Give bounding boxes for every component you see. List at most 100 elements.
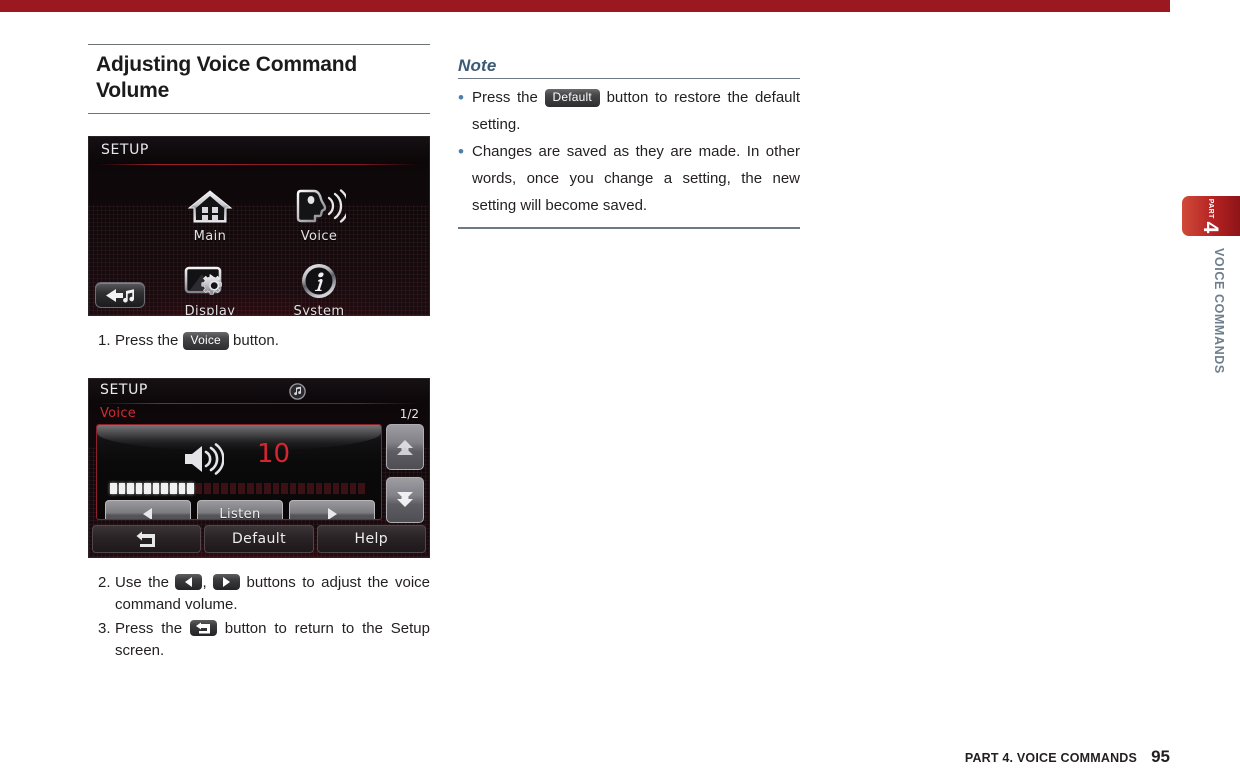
screen2-title: SETUP (100, 382, 148, 398)
volume-segment (289, 483, 297, 494)
left-arrow-key-chip (175, 574, 203, 590)
volume-segment (195, 483, 203, 494)
right-triangle-icon (223, 577, 231, 587)
footer-part-label: PART 4. VOICE COMMANDS (964, 751, 1138, 765)
step-3: 3. Press the button to return to the Set… (88, 618, 430, 662)
screen2-header-rule (97, 403, 421, 404)
return-button[interactable] (92, 525, 202, 553)
setup-icon-main-label: Main (193, 229, 227, 244)
listen-button[interactable]: Listen (197, 500, 283, 519)
volume-segment (315, 483, 323, 494)
setup-icon-display[interactable]: Display (162, 262, 258, 316)
volume-segment (341, 483, 348, 494)
default-button[interactable]: Default (204, 525, 314, 553)
left-triangle-icon (143, 508, 152, 519)
note-rule-bottom (458, 227, 800, 229)
footer-page-number: 95 (1151, 747, 1170, 766)
double-chevron-up-icon (397, 440, 413, 455)
return-arrow-icon (136, 531, 155, 547)
volume-segment (229, 483, 237, 494)
volume-panel: 10 Listen (96, 424, 382, 520)
step-1-post: button. (228, 332, 279, 349)
note-item-2: • Changes are saved as they are made. In… (458, 138, 800, 219)
help-button[interactable]: Help (316, 525, 426, 553)
voice-key-chip: Voice (182, 332, 229, 350)
step-list-1: 1. Press the Voice button. (88, 330, 430, 352)
screen1-header-rule (99, 164, 419, 165)
volume-segment (110, 483, 117, 494)
volume-segment (212, 483, 220, 494)
setup-icon-system-label: System (293, 304, 345, 316)
home-icon (187, 190, 233, 223)
return-key-chip (189, 620, 217, 636)
volume-segment (161, 483, 168, 494)
note-item-1-text: Press the Default button to restore the … (472, 84, 800, 138)
note-bullet-icon: • (458, 142, 464, 161)
back-music-icon (106, 288, 135, 303)
volume-segment (178, 483, 186, 494)
volume-segment (324, 483, 331, 494)
part-tab-label: PART (1207, 198, 1215, 219)
step-3-number: 3. (98, 620, 111, 637)
note-rule-top (458, 78, 800, 79)
volume-segment (187, 483, 194, 494)
right-triangle-icon (328, 508, 337, 519)
volume-segment (152, 483, 160, 494)
part-tab-inner: PART 4 (1182, 196, 1240, 236)
voice-head-icon (296, 189, 346, 223)
right-arrow-key-chip (213, 574, 241, 590)
volume-segment (255, 483, 263, 494)
volume-segment (281, 483, 288, 494)
scroll-button-column (386, 424, 424, 523)
return-arrow-icon (195, 622, 210, 634)
step-1-pre: Press the (115, 332, 183, 349)
display-gear-icon (184, 266, 222, 295)
step-1-text: Press the Voice button. (115, 330, 430, 352)
setup-icon-voice[interactable]: Voice (271, 187, 367, 244)
volume-up-button[interactable] (289, 500, 375, 519)
volume-segment (349, 483, 357, 494)
scroll-up-button[interactable] (386, 424, 424, 470)
step-2-pre: Use the (115, 574, 176, 591)
volume-segment (118, 483, 126, 494)
voice-volume-screenshot: SETUP Voice 1/2 10 Listen Default Help (88, 378, 430, 558)
setup-icon-system[interactable]: System (271, 262, 367, 316)
volume-segment (306, 483, 314, 494)
note-item-1: • Press the Default button to restore th… (458, 84, 800, 138)
screen2-page-indicator: 1/2 (399, 407, 419, 421)
setup-home-screenshot: SETUP Main Voice Display System (88, 136, 430, 316)
volume-segment (135, 483, 143, 494)
screen2-subtitle: Voice (100, 406, 137, 421)
volume-down-button[interactable] (105, 500, 191, 519)
volume-value: 10 (257, 439, 291, 469)
volume-segment (144, 483, 151, 494)
volume-segment (272, 483, 280, 494)
setup-icon-main[interactable]: Main (162, 187, 258, 244)
left-triangle-icon (185, 577, 193, 587)
part-tab-number: 4 (1199, 221, 1223, 234)
volume-segment (332, 483, 340, 494)
double-chevron-down-icon (397, 492, 413, 507)
top-accent-bar (0, 0, 1170, 12)
setup-icon-display-label: Display (184, 304, 236, 316)
step-1-number: 1. (98, 332, 111, 349)
back-to-media-button[interactable] (95, 282, 145, 308)
volume-segment (204, 483, 211, 494)
volume-segment (358, 483, 365, 494)
volume-segment (238, 483, 245, 494)
volume-segment (169, 483, 177, 494)
speaker-indicator (182, 442, 225, 480)
volume-segment (127, 483, 134, 494)
volume-level-meter (110, 483, 365, 494)
note-bullet-icon: • (458, 88, 464, 107)
volume-control-row: Listen (105, 500, 375, 519)
step-3-pre: Press the (115, 620, 190, 637)
scroll-down-button[interactable] (386, 477, 424, 523)
info-icon (302, 264, 336, 298)
default-key-chip: Default (544, 89, 600, 107)
step-2-number: 2. (98, 574, 111, 591)
page-footer: PART 4. VOICE COMMANDS 95 (965, 747, 1170, 767)
volume-segment (298, 483, 305, 494)
screen2-footer-bar: Default Help (92, 525, 426, 553)
step-2: 2. Use the , buttons to adjust the voice… (88, 572, 430, 616)
